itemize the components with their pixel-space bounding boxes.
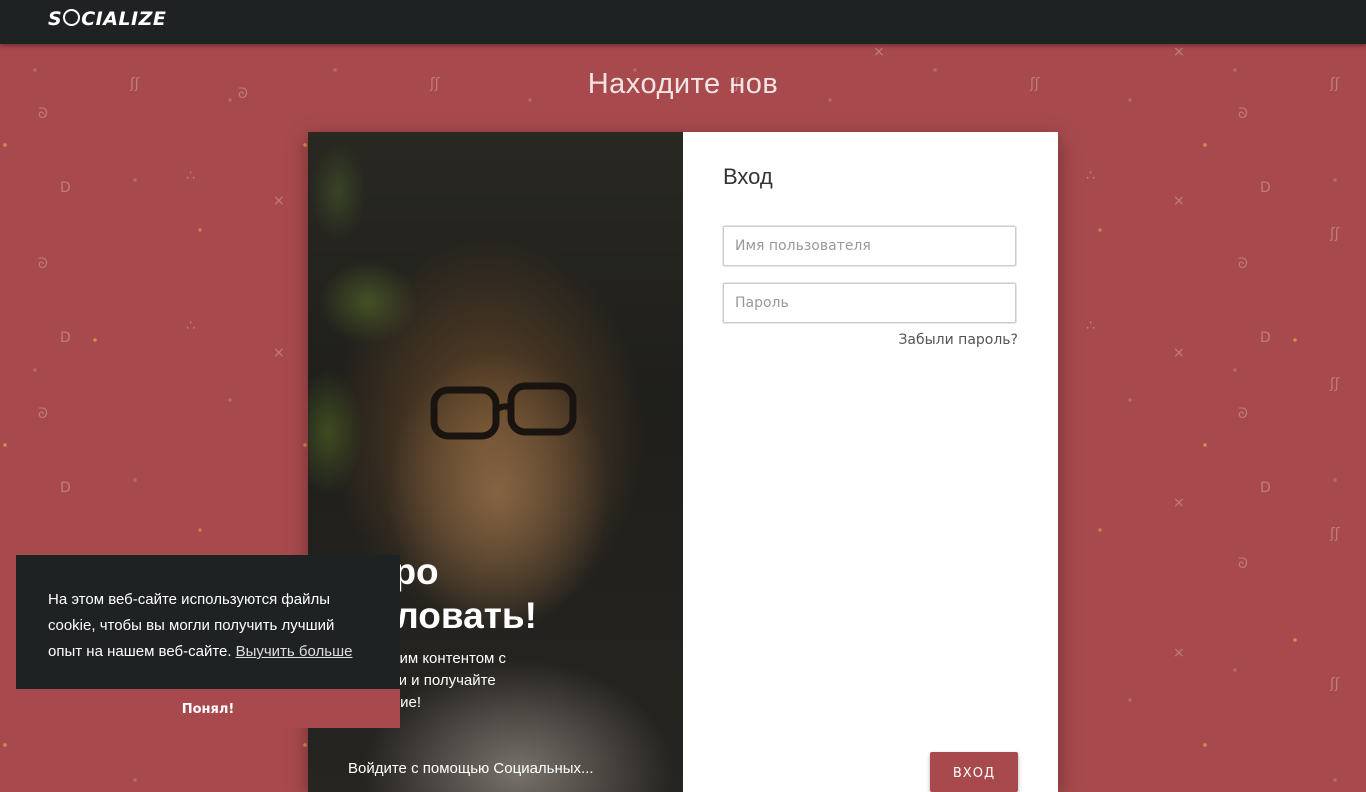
forgot-password-link[interactable]: Забыли пароль? [898,332,1018,348]
login-card: обро жаловать! есь своим контентом с ающ… [308,132,1058,792]
cookie-message-box: На этом веб-сайте используются файлы coo… [16,555,400,689]
login-submit-button[interactable]: ВХОД [930,752,1018,792]
social-login-text: Войдите с помощью Социальных... [348,760,594,777]
login-form-panel: Вход Забыли пароль? ВХОД [683,132,1058,792]
cookie-accept-button[interactable]: Понял! [16,689,400,728]
cookie-learn-more-link[interactable]: Выучить больше [236,643,353,660]
logo-globe-icon [63,9,81,26]
glasses-shape [430,382,577,440]
hero-headline: Находите нов [587,68,779,100]
username-input[interactable] [723,226,1016,266]
top-navbar: S CIALIZE [0,0,1366,44]
login-title: Вход [723,164,773,189]
password-input[interactable] [723,283,1016,323]
site-logo[interactable]: S CIALIZE [48,8,166,30]
cookie-banner: На этом веб-сайте используются файлы coo… [16,555,400,728]
